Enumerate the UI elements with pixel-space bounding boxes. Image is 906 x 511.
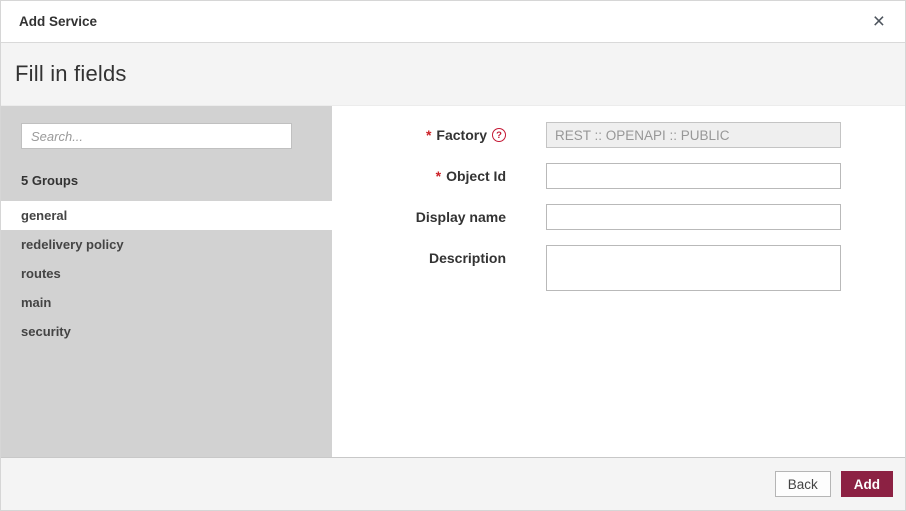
add-button[interactable]: Add <box>840 471 893 497</box>
sidebar-item-redelivery-policy[interactable]: redelivery policy <box>1 230 332 259</box>
form-panel: * Factory ? * Object Id Display name <box>332 106 905 457</box>
factory-input <box>546 122 841 148</box>
form-row-object-id: * Object Id <box>332 163 905 189</box>
sidebar-item-routes[interactable]: routes <box>1 259 332 288</box>
factory-label: Factory <box>436 127 487 143</box>
object-id-label: Object Id <box>446 168 506 184</box>
groups-count-label: 5 Groups <box>21 173 79 188</box>
close-icon[interactable]: × <box>869 9 889 34</box>
dialog-header: Add Service × <box>1 1 905 43</box>
description-label: Description <box>428 250 506 266</box>
factory-label-cell: * Factory ? <box>332 127 506 143</box>
subheader-band: Fill in fields <box>1 43 905 106</box>
sidebar-item-security[interactable]: security <box>1 317 332 346</box>
dialog-title: Add Service <box>19 14 98 29</box>
dialog-footer: Back Add <box>1 457 905 510</box>
form-row-factory: * Factory ? <box>332 122 905 148</box>
display-name-label: Display name <box>415 209 506 225</box>
help-icon[interactable]: ? <box>492 128 506 142</box>
sidebar-item-general[interactable]: general <box>1 201 332 230</box>
groups-sidebar: 5 Groups general redelivery policy route… <box>1 106 332 457</box>
object-id-label-cell: * Object Id <box>332 168 506 184</box>
display-name-label-cell: Display name <box>332 209 506 225</box>
description-textarea[interactable] <box>546 245 841 291</box>
object-id-input[interactable] <box>546 163 841 189</box>
description-label-cell: Description <box>332 245 506 266</box>
display-name-input[interactable] <box>546 204 841 230</box>
dialog-body: 5 Groups general redelivery policy route… <box>1 106 905 457</box>
group-list: general redelivery policy routes main se… <box>1 201 332 346</box>
add-service-dialog: Add Service × Fill in fields 5 Groups ge… <box>0 0 906 511</box>
required-asterisk: * <box>435 168 442 184</box>
search-input[interactable] <box>21 123 292 149</box>
form-row-description: Description <box>332 245 905 291</box>
required-asterisk: * <box>425 127 432 143</box>
form-row-display-name: Display name <box>332 204 905 230</box>
page-title: Fill in fields <box>15 61 127 86</box>
sidebar-item-main[interactable]: main <box>1 288 332 317</box>
back-button[interactable]: Back <box>774 471 831 497</box>
